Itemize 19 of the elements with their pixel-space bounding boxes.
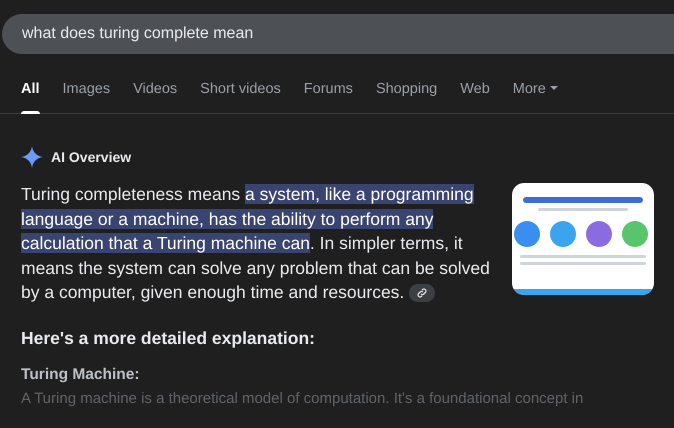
search-tab[interactable]: Shopping — [376, 78, 438, 114]
search-input[interactable]: what does turing complete mean — [22, 22, 622, 46]
caret-icon — [550, 86, 558, 90]
search-tab[interactable]: All — [21, 78, 40, 114]
overview-paragraph: Turing completeness means a system, like a programming language or a machine, has the ability to perform any calculation that a Turing machine can. In simpler terms, it means the system can solve any problem that can be solved by a computer, given enough time and resources. — [21, 183, 491, 304]
search-tab[interactable]: Images — [62, 78, 110, 114]
section-heading: Here's a more detailed explanation: — [21, 326, 316, 350]
link-icon[interactable] — [409, 284, 436, 302]
search-field[interactable]: what does turing complete mean — [2, 14, 674, 54]
sparkle-icon — [21, 146, 43, 168]
search-tab[interactable]: Forums — [304, 78, 353, 114]
infographic-thumbnail[interactable] — [512, 183, 654, 295]
ai-overview-title: AI Overview — [51, 148, 132, 166]
search-tab[interactable]: Web — [460, 78, 490, 114]
search-tab[interactable]: Videos — [133, 78, 178, 114]
search-tab[interactable]: More — [512, 78, 558, 114]
faded-paragraph: A Turing machine is a theoretical model of computation. It's a foundational concept in — [21, 390, 584, 408]
subheading: Turing Machine: — [21, 364, 141, 385]
search-tab[interactable]: Short videos — [200, 78, 281, 114]
